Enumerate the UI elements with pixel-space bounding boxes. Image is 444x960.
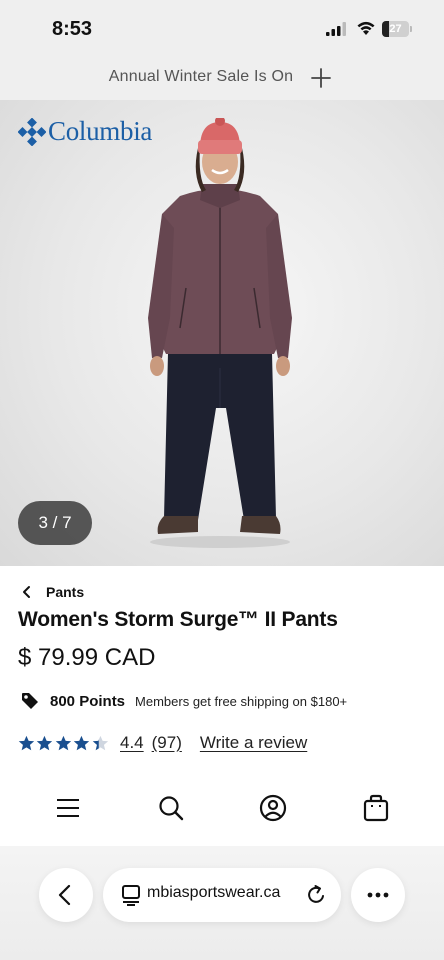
points-row: 800 Points Members get free shipping on … [20,690,347,712]
star-icon [37,735,53,750]
menu-icon[interactable] [54,794,82,822]
back-button[interactable] [39,868,93,922]
write-review-link[interactable]: Write a review [200,733,307,753]
chevron-left-icon [23,586,30,598]
promo-text: Annual Winter Sale Is On [108,68,294,85]
more-button[interactable] [351,868,405,922]
reader-icon[interactable] [120,884,142,906]
account-icon[interactable] [259,794,287,822]
product-image[interactable]: Columbia 3 / 7 [0,100,444,566]
breadcrumb[interactable]: Pants [20,582,84,602]
breadcrumb-label: Pants [46,584,85,600]
battery-icon: 27 [382,21,412,37]
points-label: 800 Points [50,692,126,710]
status-time: 8:53 [52,18,93,40]
star-rating [18,735,110,752]
star-icon [18,735,35,750]
columbia-diamond-icon [18,118,46,146]
rating-row: 4.4 (97) Write a review [18,731,307,755]
battery-level: 27 [389,23,402,35]
rating-value[interactable]: 4.4 [120,733,144,753]
back-icon [58,884,71,906]
product-title: Women's Storm Surge™ II Pants [18,608,338,631]
star-icon [74,735,90,750]
browser-toolbar: mbiasportswear.ca [0,846,444,960]
image-counter: 3 / 7 [18,501,92,545]
shipping-note: Members get free shipping on $180+ [135,693,348,709]
address-bar[interactable]: mbiasportswear.ca [103,868,341,922]
reload-icon[interactable] [305,884,327,906]
plus-icon[interactable] [310,67,332,89]
wifi-icon [357,21,375,35]
promo-banner[interactable]: Annual Winter Sale Is On [0,60,444,100]
logo-text: Columbia [48,116,153,146]
search-icon[interactable] [157,794,185,822]
bottom-nav [0,786,444,830]
signal-icon [326,22,346,36]
status-bar: 8:53 27 [0,0,444,60]
star-icon [55,735,71,750]
product-price: $ 79.99 CAD [18,644,156,671]
tag-icon [22,693,38,709]
url-text[interactable]: mbiasportswear.ca [147,884,280,902]
review-count[interactable]: (97) [152,733,182,753]
cart-icon[interactable] [362,794,390,822]
star-icon [92,735,108,750]
more-icon [367,892,389,898]
model-photo [148,118,292,548]
